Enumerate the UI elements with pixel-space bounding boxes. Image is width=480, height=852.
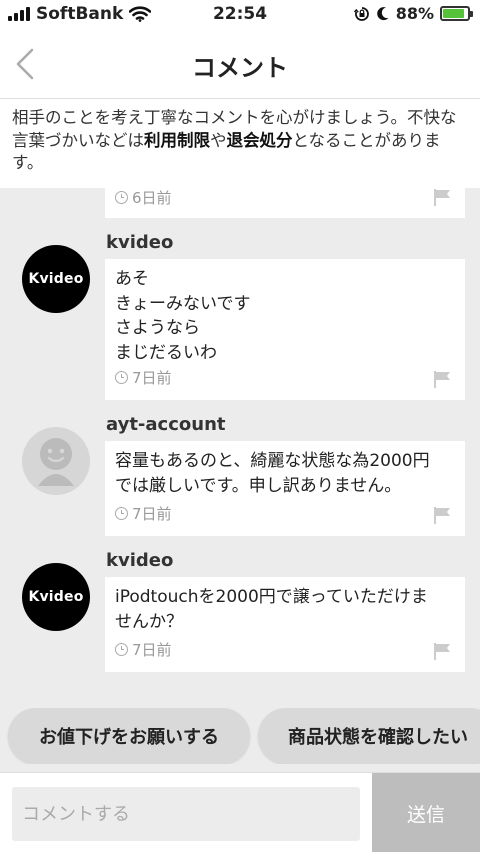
clock-icon bbox=[115, 371, 128, 385]
comment-bubble: 6日前 bbox=[105, 188, 465, 218]
clock-icon bbox=[115, 643, 128, 657]
nav-bar: コメント bbox=[0, 30, 480, 98]
timestamp-text: 7日前 bbox=[132, 368, 172, 387]
status-right: 88% bbox=[353, 4, 473, 23]
comment-line: まじだるいわ bbox=[115, 342, 217, 363]
comment-line: さようなら bbox=[115, 318, 200, 338]
check-condition-button[interactable]: 商品状態を確認したい bbox=[258, 708, 480, 764]
clock-icon bbox=[115, 507, 128, 521]
comment-item: Kvideo kvideo iPodtouchを2000円で譲っていただけま せ… bbox=[0, 546, 480, 672]
comment-list[interactable]: 6日前 Kvideo kvideo あそ きょーみないです さようなら まじだる… bbox=[0, 188, 480, 698]
comment-timestamp: 7日前 bbox=[115, 502, 172, 527]
comment-item: Kvideo kvideo あそ きょーみないです さようなら まじだるいわ 7… bbox=[0, 228, 480, 400]
comment-username[interactable]: kvideo bbox=[106, 232, 173, 253]
comment-bubble: 容量もあるのと、綺麗な状態な為2000円 では厳しいです。申し訳ありません。 7… bbox=[105, 441, 465, 536]
page-title: コメント bbox=[192, 54, 288, 82]
request-price-drop-button[interactable]: お値下げをお願いする bbox=[8, 708, 250, 764]
notice-strong-1: 利用制限 bbox=[144, 130, 210, 150]
notice-text-2: や bbox=[210, 130, 227, 150]
user-avatar[interactable]: Kvideo bbox=[22, 563, 90, 631]
status-bar: SoftBank 22:54 88% bbox=[0, 0, 480, 30]
comment-line: せんか？ bbox=[115, 611, 183, 632]
moon-icon bbox=[376, 7, 389, 21]
comment-bubble: あそ きょーみないです さようなら まじだるいわ 7日前 bbox=[105, 259, 465, 400]
battery-percent: 88% bbox=[395, 4, 434, 23]
user-avatar[interactable] bbox=[22, 427, 90, 495]
comment-timestamp: 7日前 bbox=[115, 638, 172, 663]
notice-strong-2: 退会処分 bbox=[226, 130, 293, 150]
report-flag-icon[interactable] bbox=[433, 643, 451, 660]
report-flag-icon[interactable] bbox=[433, 189, 451, 206]
comment-item: ayt-account 容量もあるのと、綺麗な状態な為2000円 では厳しいです… bbox=[0, 410, 480, 536]
rotation-lock-icon bbox=[353, 6, 369, 21]
comment-bubble: iPodtouchを2000円で譲っていただけま せんか？ 7日前 bbox=[105, 577, 465, 672]
comment-username[interactable]: kvideo bbox=[106, 550, 173, 571]
comment-username[interactable]: ayt-account bbox=[106, 414, 226, 435]
send-button[interactable]: 送信 bbox=[372, 773, 480, 852]
avatar-logo: Kvideo bbox=[28, 271, 84, 287]
comment-line: きょーみないです bbox=[115, 293, 251, 314]
comment-line: あそ bbox=[115, 269, 149, 289]
report-flag-icon[interactable] bbox=[433, 371, 451, 388]
comment-input[interactable] bbox=[12, 787, 360, 841]
timestamp-text: 7日前 bbox=[132, 504, 172, 523]
timestamp-text: 7日前 bbox=[132, 640, 172, 659]
report-flag-icon[interactable] bbox=[433, 507, 451, 524]
comment-line: 容量もあるのと、綺麗な状態な為2000円 bbox=[115, 451, 430, 471]
timestamp-text: 6日前 bbox=[132, 189, 172, 207]
comment-guidelines: 相手のことを考え丁寧なコメントを心がけましょう。不快な言葉づかいなどは利用制限や… bbox=[0, 98, 480, 188]
user-avatar[interactable]: Kvideo bbox=[22, 245, 90, 313]
clock-icon bbox=[115, 191, 128, 204]
comment-timestamp: 6日前 bbox=[115, 188, 172, 208]
avatar-logo: Kvideo bbox=[28, 589, 84, 605]
default-avatar-icon bbox=[38, 438, 74, 486]
comment-timestamp: 7日前 bbox=[115, 366, 172, 391]
comment-line: では厳しいです。申し訳ありません。 bbox=[115, 475, 402, 496]
quick-actions: お値下げをお願いする 商品状態を確認したい bbox=[0, 708, 480, 764]
battery-icon bbox=[440, 6, 473, 21]
comment-input-bar: 送信 bbox=[0, 772, 480, 852]
comment-line: iPodtouchを2000円で譲っていただけま bbox=[115, 587, 428, 607]
